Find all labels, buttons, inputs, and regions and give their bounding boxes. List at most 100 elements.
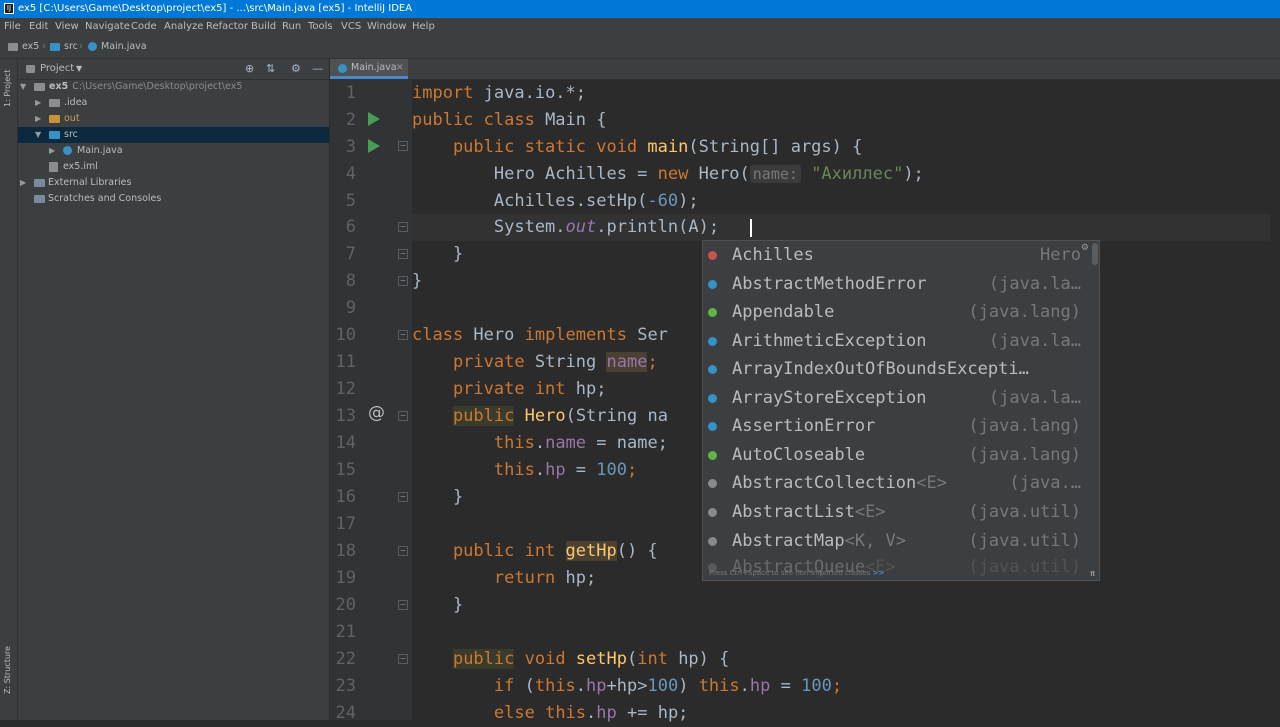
completion-item[interactable]: AutoCloseable (java.lang)	[703, 441, 1093, 469]
tree-item-ex5[interactable]: ▼ ex5 C:\Users\Game\Desktop\project\ex5	[18, 79, 329, 95]
fold-icon[interactable]: −	[398, 222, 408, 232]
completion-item[interactable]: Appendable (java.lang)	[703, 298, 1093, 326]
completion-item[interactable]: Achilles Hero	[703, 241, 1093, 269]
line-number: 1	[345, 83, 356, 103]
code-line[interactable]: Hero Achilles = new Hero(name: "Ахиллес"…	[412, 161, 924, 188]
code-line[interactable]: if (this.hp+hp>100) this.hp = 100;	[412, 673, 842, 700]
tree-item-external-libraries[interactable]: ▶ External Libraries	[18, 175, 329, 191]
menu-window[interactable]: Window	[367, 18, 406, 36]
tree-label: ex5 C:\Users\Game\Desktop\project\ex5	[49, 79, 242, 95]
menu-file[interactable]: File	[4, 18, 21, 36]
run-main-icon[interactable]	[368, 139, 380, 153]
tree-label-path: C:\Users\Game\Desktop\project\ex5	[72, 81, 243, 92]
fold-icon[interactable]: −	[398, 276, 408, 286]
structure-tool-button[interactable]: Z: Structure	[3, 644, 14, 694]
chevron-down-icon[interactable]: ▼	[20, 79, 26, 95]
code-token: .println(A	[596, 217, 699, 237]
breadcrumb-ex5[interactable]: ex5	[8, 36, 39, 58]
completion-footer-link[interactable]: >>	[873, 569, 885, 577]
code-line[interactable]: public class Main {	[412, 107, 606, 134]
code-line[interactable]: }	[412, 484, 463, 511]
menu-navigate[interactable]: Navigate	[85, 18, 130, 36]
menu-help[interactable]: Help	[412, 18, 435, 36]
tree-item-main-java[interactable]: ▶ Main.java	[18, 143, 329, 159]
tab-main-java[interactable]: Main.java ✕	[330, 59, 408, 79]
completion-item[interactable]: AssertionError (java.lang)	[703, 412, 1093, 440]
fold-icon[interactable]: −	[398, 330, 408, 340]
completion-item[interactable]: AbstractMethodError (java.la…	[703, 270, 1093, 298]
code-line[interactable]: public Hero(String na	[412, 403, 668, 430]
menu-tools[interactable]: Tools	[308, 18, 333, 36]
code-line[interactable]: class Hero implements Ser	[412, 322, 668, 349]
completion-item[interactable]: ArithmeticException (java.la…	[703, 327, 1093, 355]
code-token: ;	[647, 352, 658, 372]
completion-item[interactable]: AbstractList<E> (java.util)	[703, 498, 1093, 526]
code-line[interactable]: else this.hp += hp;	[412, 700, 689, 727]
project-tool-button[interactable]: 1: Project	[3, 67, 14, 107]
completion-item[interactable]: ArrayStoreException (java.la…	[703, 384, 1093, 412]
completion-item[interactable]: ArrayIndexOutOfBoundsExcepti…	[703, 355, 1093, 383]
tree-item-out[interactable]: ▶ out	[18, 111, 329, 127]
completion-scrollbar[interactable]	[1092, 243, 1098, 265]
chevron-right-icon[interactable]: ▶	[49, 143, 55, 159]
collapse-all-icon[interactable]: ⇅	[266, 59, 275, 79]
fold-icon[interactable]: −	[398, 249, 408, 259]
menu-run[interactable]: Run	[282, 18, 301, 36]
gear-icon[interactable]: ⚙	[1081, 243, 1089, 253]
menu-view[interactable]: View	[55, 18, 79, 36]
fold-icon[interactable]: −	[398, 141, 408, 151]
menu-code[interactable]: Code	[131, 18, 157, 36]
completion-name: ArithmeticException	[732, 327, 926, 355]
code-line[interactable]: public static void main(String[] args) {	[412, 134, 862, 161]
fold-icon[interactable]: −	[398, 546, 408, 556]
code-line[interactable]: System.out.println(A);	[412, 214, 719, 241]
code-line[interactable]: private int hp;	[412, 376, 607, 403]
project-view-selector[interactable]: Project	[40, 59, 74, 79]
code-token: hp	[749, 676, 771, 696]
code-line[interactable]: return hp;	[412, 565, 596, 592]
tree-item-idea[interactable]: ▶ .idea	[18, 95, 329, 111]
code-line[interactable]: public int getHp() {	[412, 538, 658, 565]
fold-icon[interactable]: −	[398, 600, 408, 610]
code-line[interactable]: private String name;	[412, 349, 658, 376]
menu-edit[interactable]: Edit	[29, 18, 48, 36]
fold-icon[interactable]: −	[398, 654, 408, 664]
code-line[interactable]: public void setHp(int hp) {	[412, 646, 729, 673]
chevron-right-icon[interactable]: ▶	[35, 111, 41, 127]
chevron-right-icon[interactable]: ▶	[20, 175, 26, 191]
menu-analyze[interactable]: Analyze	[164, 18, 203, 36]
chevron-down-icon[interactable]: ▼	[35, 127, 41, 143]
annotation-at-icon[interactable]: @	[368, 403, 385, 423]
completion-name-text: AutoCloseable	[732, 445, 866, 465]
code-line[interactable]: this.hp = 100;	[412, 457, 637, 484]
menu-vcs[interactable]: VCS	[341, 18, 361, 36]
pi-icon[interactable]: π	[1090, 569, 1095, 578]
code-line[interactable]: Achilles.setHp(-60);	[412, 188, 699, 215]
breadcrumb-src[interactable]: src	[50, 36, 78, 58]
locate-icon[interactable]: ⊕	[245, 59, 254, 79]
code-token: (String[] args) {	[688, 137, 863, 157]
tree-item-src[interactable]: ▼ src	[18, 127, 329, 143]
code-line[interactable]: }	[412, 592, 463, 619]
code-line[interactable]: }	[412, 268, 422, 295]
completion-footer-text: Press Ctrl+Space to see non-imported cla…	[709, 569, 871, 577]
close-icon[interactable]: ✕	[396, 59, 404, 77]
code-line[interactable]: this.name = name;	[412, 430, 668, 457]
gear-icon[interactable]: ⚙	[291, 59, 301, 79]
run-class-icon[interactable]	[368, 112, 380, 126]
tree-item-ex5-iml[interactable]: ex5.iml	[18, 159, 329, 175]
tree-item-scratches[interactable]: Scratches and Consoles	[18, 191, 329, 207]
menu-build[interactable]: Build	[251, 18, 276, 36]
completion-item[interactable]: AbstractMap<K, V> (java.util)	[703, 527, 1093, 555]
fold-icon[interactable]: −	[398, 492, 408, 502]
chevron-right-icon[interactable]: ▶	[35, 95, 41, 111]
menu-refactor[interactable]: Refactor	[206, 18, 248, 36]
code-line[interactable]: import java.io.*;	[412, 80, 586, 107]
breadcrumb-main-java[interactable]: Main.java	[88, 36, 147, 58]
chevron-down-icon[interactable]: ▼	[76, 59, 82, 79]
code-line[interactable]: }	[412, 241, 463, 268]
fold-icon[interactable]: −	[398, 411, 408, 421]
completion-item[interactable]: AbstractCollection<E> (java.…	[703, 469, 1093, 497]
hide-icon[interactable]: —	[312, 59, 323, 79]
